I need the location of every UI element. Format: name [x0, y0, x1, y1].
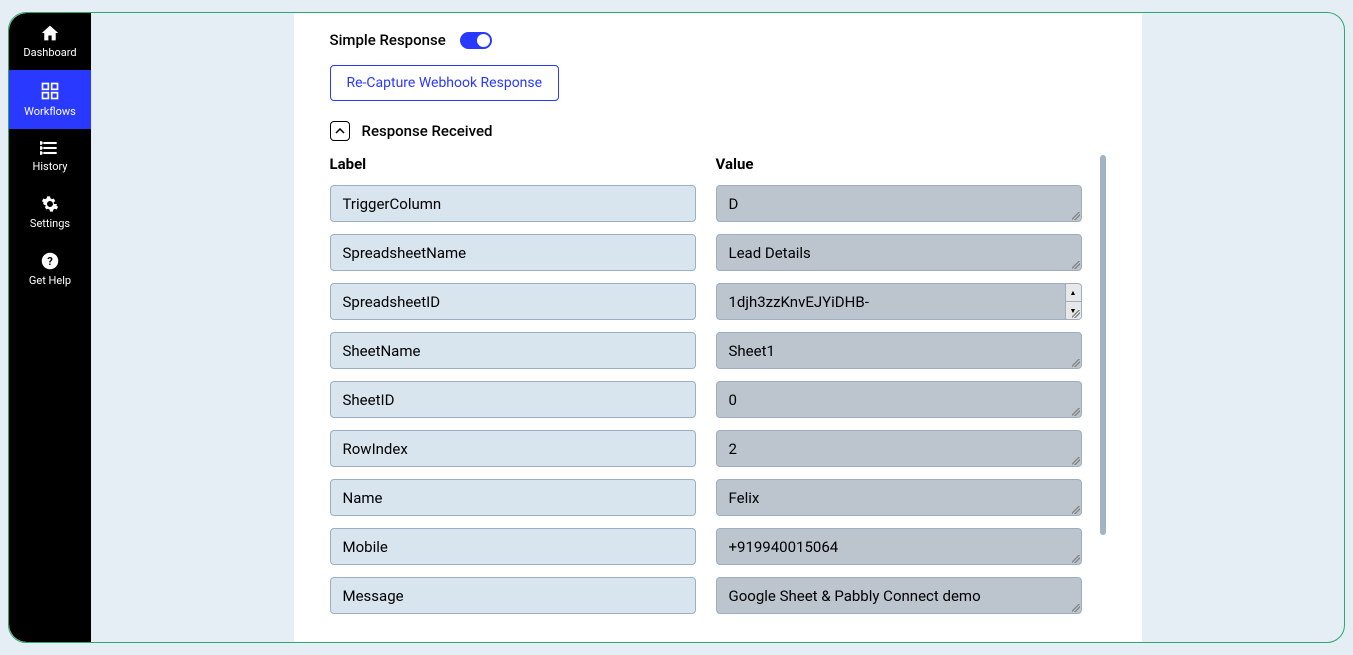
sidebar-item-label: History [33, 160, 68, 173]
spinner-down-icon[interactable]: ▼ [1066, 302, 1081, 319]
row-value[interactable]: D [716, 185, 1082, 222]
row-label[interactable]: SheetName [330, 332, 696, 369]
table-row: Name Felix [330, 479, 1106, 516]
row-label[interactable]: Name [330, 479, 696, 516]
sidebar: Dashboard Workflows History Settings ? G… [9, 13, 91, 642]
row-value[interactable]: 2 [716, 430, 1082, 467]
sidebar-item-history[interactable]: History [9, 129, 91, 184]
row-label[interactable]: SpreadsheetID [330, 283, 696, 320]
response-received-header: Response Received [330, 121, 1106, 141]
row-value[interactable]: 1djh3zzKnvEJYiDHB- ▲ ▼ [716, 283, 1082, 320]
response-received-title: Response Received [362, 122, 493, 140]
row-value[interactable]: Lead Details [716, 234, 1082, 271]
row-value[interactable]: Sheet1 [716, 332, 1082, 369]
scrollbar-track[interactable] [1100, 155, 1106, 614]
collapse-button[interactable] [330, 121, 350, 141]
row-label[interactable]: SpreadsheetName [330, 234, 696, 271]
table-rows: TriggerColumn D SpreadsheetName Lead Det… [330, 185, 1106, 614]
table-row: RowIndex 2 [330, 430, 1106, 467]
simple-response-label: Simple Response [330, 31, 446, 49]
row-label[interactable]: TriggerColumn [330, 185, 696, 222]
row-value[interactable]: 0 [716, 381, 1082, 418]
row-label[interactable]: Mobile [330, 528, 696, 565]
table-row: TriggerColumn D [330, 185, 1106, 222]
row-value[interactable]: Google Sheet & Pabbly Connect demo [716, 577, 1082, 614]
row-label[interactable]: SheetID [330, 381, 696, 418]
row-label[interactable]: Message [330, 577, 696, 614]
sidebar-item-settings[interactable]: Settings [9, 184, 91, 241]
simple-response-toggle[interactable] [460, 32, 492, 49]
scrollbar-thumb[interactable] [1100, 155, 1106, 535]
help-icon: ? [41, 252, 59, 270]
sidebar-item-workflows[interactable]: Workflows [9, 70, 91, 129]
sidebar-item-label: Dashboard [23, 46, 76, 59]
table-row: SheetID 0 [330, 381, 1106, 418]
table-row: Mobile +919940015064 [330, 528, 1106, 565]
sidebar-item-label: Settings [30, 217, 70, 230]
spinner-control[interactable]: ▲ ▼ [1065, 284, 1081, 319]
sidebar-item-label: Workflows [24, 105, 76, 118]
gear-icon [41, 195, 59, 213]
table-header: Label Value [330, 155, 1106, 173]
table-row: SpreadsheetID 1djh3zzKnvEJYiDHB- ▲ ▼ [330, 283, 1106, 320]
value-column-header: Value [716, 155, 1082, 173]
label-column-header: Label [330, 155, 696, 173]
chevron-up-icon [335, 125, 345, 138]
content-area: Simple Response Re-Capture Webhook Respo… [91, 13, 1344, 642]
sidebar-item-label: Get Help [29, 274, 71, 287]
simple-response-row: Simple Response [330, 31, 1106, 49]
row-label[interactable]: RowIndex [330, 430, 696, 467]
row-value[interactable]: Felix [716, 479, 1082, 516]
table-row: Message Google Sheet & Pabbly Connect de… [330, 577, 1106, 614]
sidebar-item-gethelp[interactable]: ? Get Help [9, 241, 91, 298]
table-row: SheetName Sheet1 [330, 332, 1106, 369]
app-window: Dashboard Workflows History Settings ? G… [8, 12, 1345, 643]
response-table: Label Value TriggerColumn D SpreadsheetN… [330, 155, 1106, 614]
history-icon [40, 140, 60, 156]
row-value[interactable]: +919940015064 [716, 528, 1082, 565]
home-icon [40, 24, 60, 42]
workflow-icon [40, 81, 60, 101]
sidebar-item-dashboard[interactable]: Dashboard [9, 13, 91, 70]
svg-text:?: ? [47, 255, 53, 268]
table-row: SpreadsheetName Lead Details [330, 234, 1106, 271]
main-panel: Simple Response Re-Capture Webhook Respo… [294, 13, 1142, 642]
spinner-up-icon[interactable]: ▲ [1066, 284, 1081, 302]
recapture-button[interactable]: Re-Capture Webhook Response [330, 65, 560, 101]
row-value-text: 1djh3zzKnvEJYiDHB- [729, 293, 869, 311]
